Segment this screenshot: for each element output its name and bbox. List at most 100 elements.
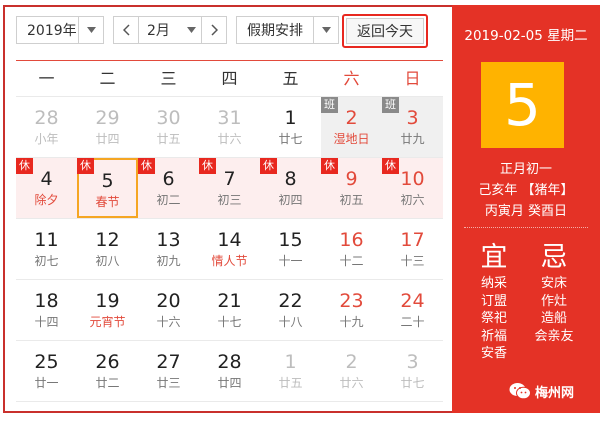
- day-cell[interactable]: 13 初九: [138, 219, 199, 279]
- day-cell[interactable]: 17 十三: [382, 219, 443, 279]
- day-cell[interactable]: 休 10 初六: [382, 158, 443, 218]
- lunar-label: 初七: [34, 254, 59, 268]
- yi-item: 订盟: [480, 293, 507, 309]
- month-select[interactable]: 2月: [139, 17, 201, 43]
- lunar-label: 初五: [339, 193, 364, 207]
- year-select-value: 2019年: [27, 23, 77, 39]
- week-row: 11 初七 12 初八 13 初九 14 情人节 15 十一 16 十二 17 十三: [16, 218, 443, 279]
- day-number: 15: [278, 229, 303, 251]
- watermark-text: 梅州网: [535, 385, 575, 401]
- day-cell[interactable]: 24 二十: [382, 280, 443, 340]
- day-cell[interactable]: 16 十二: [321, 219, 382, 279]
- day-cell[interactable]: 1 廿五: [260, 341, 321, 401]
- lunar-label: 初四: [278, 193, 303, 207]
- day-cell[interactable]: 12 初八: [77, 219, 138, 279]
- yi-item: 祈福: [480, 328, 507, 344]
- day-number: 26: [95, 351, 120, 373]
- lunar-label: 廿五: [156, 132, 181, 146]
- day-number: 16: [339, 229, 364, 251]
- day-cell[interactable]: 休 9 初五: [321, 158, 382, 218]
- day-number: 28: [217, 351, 242, 373]
- day-number: 17: [400, 229, 425, 251]
- day-cell[interactable]: 25 廿一: [16, 341, 77, 401]
- month-selector: 2月: [113, 16, 227, 44]
- day-cell-selected[interactable]: 休 5 春节: [77, 158, 138, 218]
- weekday-label: 六: [343, 69, 360, 88]
- day-number: 12: [95, 229, 120, 251]
- day-cell[interactable]: 15 十一: [260, 219, 321, 279]
- lunar-label: 廿七: [400, 376, 425, 390]
- day-number: 23: [339, 290, 364, 312]
- day-cell[interactable]: 休 6 初二: [138, 158, 199, 218]
- day-cell[interactable]: 18 十四: [16, 280, 77, 340]
- day-cell[interactable]: 21 十七: [199, 280, 260, 340]
- lunar-label: 初二: [156, 193, 181, 207]
- day-cell[interactable]: 28 廿四: [199, 341, 260, 401]
- wechat-icon: [509, 383, 531, 400]
- weekday-label: 二: [99, 69, 116, 88]
- week-row: 休 4 除夕休 5 春节休 6 初二休 7 初三休 8 初四休 9 初五休 10 初六: [16, 157, 443, 218]
- day-cell[interactable]: 22 十八: [260, 280, 321, 340]
- day-number: 1: [284, 107, 297, 129]
- today-button[interactable]: 返回今天: [346, 18, 424, 44]
- holiday-select-value: 假期安排: [247, 23, 303, 39]
- prev-month-button[interactable]: [114, 17, 139, 43]
- day-cell[interactable]: 休 7 初三: [199, 158, 260, 218]
- lunar-label: 十三: [400, 254, 425, 268]
- holiday-select[interactable]: 假期安排: [236, 16, 339, 44]
- lunar-label: 除夕: [34, 193, 59, 207]
- day-cell[interactable]: 23 十九: [321, 280, 382, 340]
- weekday-label: 四: [221, 69, 238, 88]
- day-cell[interactable]: 19 元宵节: [77, 280, 138, 340]
- lunar-label: 廿九: [400, 132, 425, 146]
- day-cell[interactable]: 20 十六: [138, 280, 199, 340]
- day-cell[interactable]: 30 廿五: [138, 97, 199, 157]
- holiday-rest-badge: 休: [77, 158, 94, 174]
- day-cell[interactable]: 2 廿六: [321, 341, 382, 401]
- lunar-label: 廿四: [95, 132, 120, 146]
- lunar-label: 廿一: [34, 376, 59, 390]
- ji-item: 作灶: [540, 293, 567, 309]
- day-cell[interactable]: 1 廿七: [260, 97, 321, 157]
- day-number: 29: [95, 107, 120, 129]
- lunar-label: 湿地日: [333, 132, 370, 146]
- day-number: 19: [95, 290, 120, 312]
- day-cell[interactable]: 休 8 初四: [260, 158, 321, 218]
- day-cell[interactable]: 28 小年: [16, 97, 77, 157]
- lunar-label: 十七: [217, 315, 242, 329]
- weekday-label: 一: [38, 69, 55, 88]
- day-cell[interactable]: 班 2 湿地日: [321, 97, 382, 157]
- selected-day-number: 5: [481, 62, 564, 148]
- ji-list: 安床 作灶 造船 会亲友: [524, 275, 584, 345]
- chevron-down-icon: [181, 17, 201, 43]
- day-cell[interactable]: 14 情人节: [199, 219, 260, 279]
- day-cell[interactable]: 11 初七: [16, 219, 77, 279]
- lunar-label: 廿二: [95, 376, 120, 390]
- day-number: 3: [406, 351, 419, 373]
- yi-item: 祭祀: [480, 311, 507, 326]
- holiday-rest-badge: 休: [321, 158, 338, 174]
- day-number: 18: [34, 290, 59, 312]
- holiday-rest-badge: 休: [16, 158, 33, 174]
- week-row: 28 小年 29 廿四 30 廿五 31 廿六 1 廿七 班 2 湿地日班 3 廿九: [16, 96, 443, 157]
- selected-date-header: 2019-02-05 星期二: [464, 28, 588, 44]
- day-cell[interactable]: 27 廿三: [138, 341, 199, 401]
- lunar-label: 元宵节: [89, 315, 126, 329]
- day-cell[interactable]: 班 3 廿九: [382, 97, 443, 157]
- day-cell[interactable]: 29 廿四: [77, 97, 138, 157]
- day-number: 21: [217, 290, 242, 312]
- year-select[interactable]: 2019年: [16, 16, 104, 44]
- month-select-value: 2月: [147, 23, 170, 39]
- next-month-button[interactable]: [201, 17, 226, 43]
- ji-column: 忌 安床 作灶 造船 会亲友: [524, 241, 584, 345]
- day-cell[interactable]: 休 4 除夕: [16, 158, 77, 218]
- month-day-ganzhi: 丙寅月 癸酉日: [484, 204, 568, 219]
- lunar-label: 廿五: [278, 376, 303, 390]
- day-cell[interactable]: 26 廿二: [77, 341, 138, 401]
- day-number: 2: [345, 351, 358, 373]
- day-cell[interactable]: 31 廿六: [199, 97, 260, 157]
- day-number: 13: [156, 229, 181, 251]
- ji-item: 安床: [540, 276, 567, 291]
- day-cell[interactable]: 3 廿七: [382, 341, 443, 401]
- week-row: 18 十四 19 元宵节 20 十六 21 十七 22 十八 23 十九 24 二十: [16, 279, 443, 340]
